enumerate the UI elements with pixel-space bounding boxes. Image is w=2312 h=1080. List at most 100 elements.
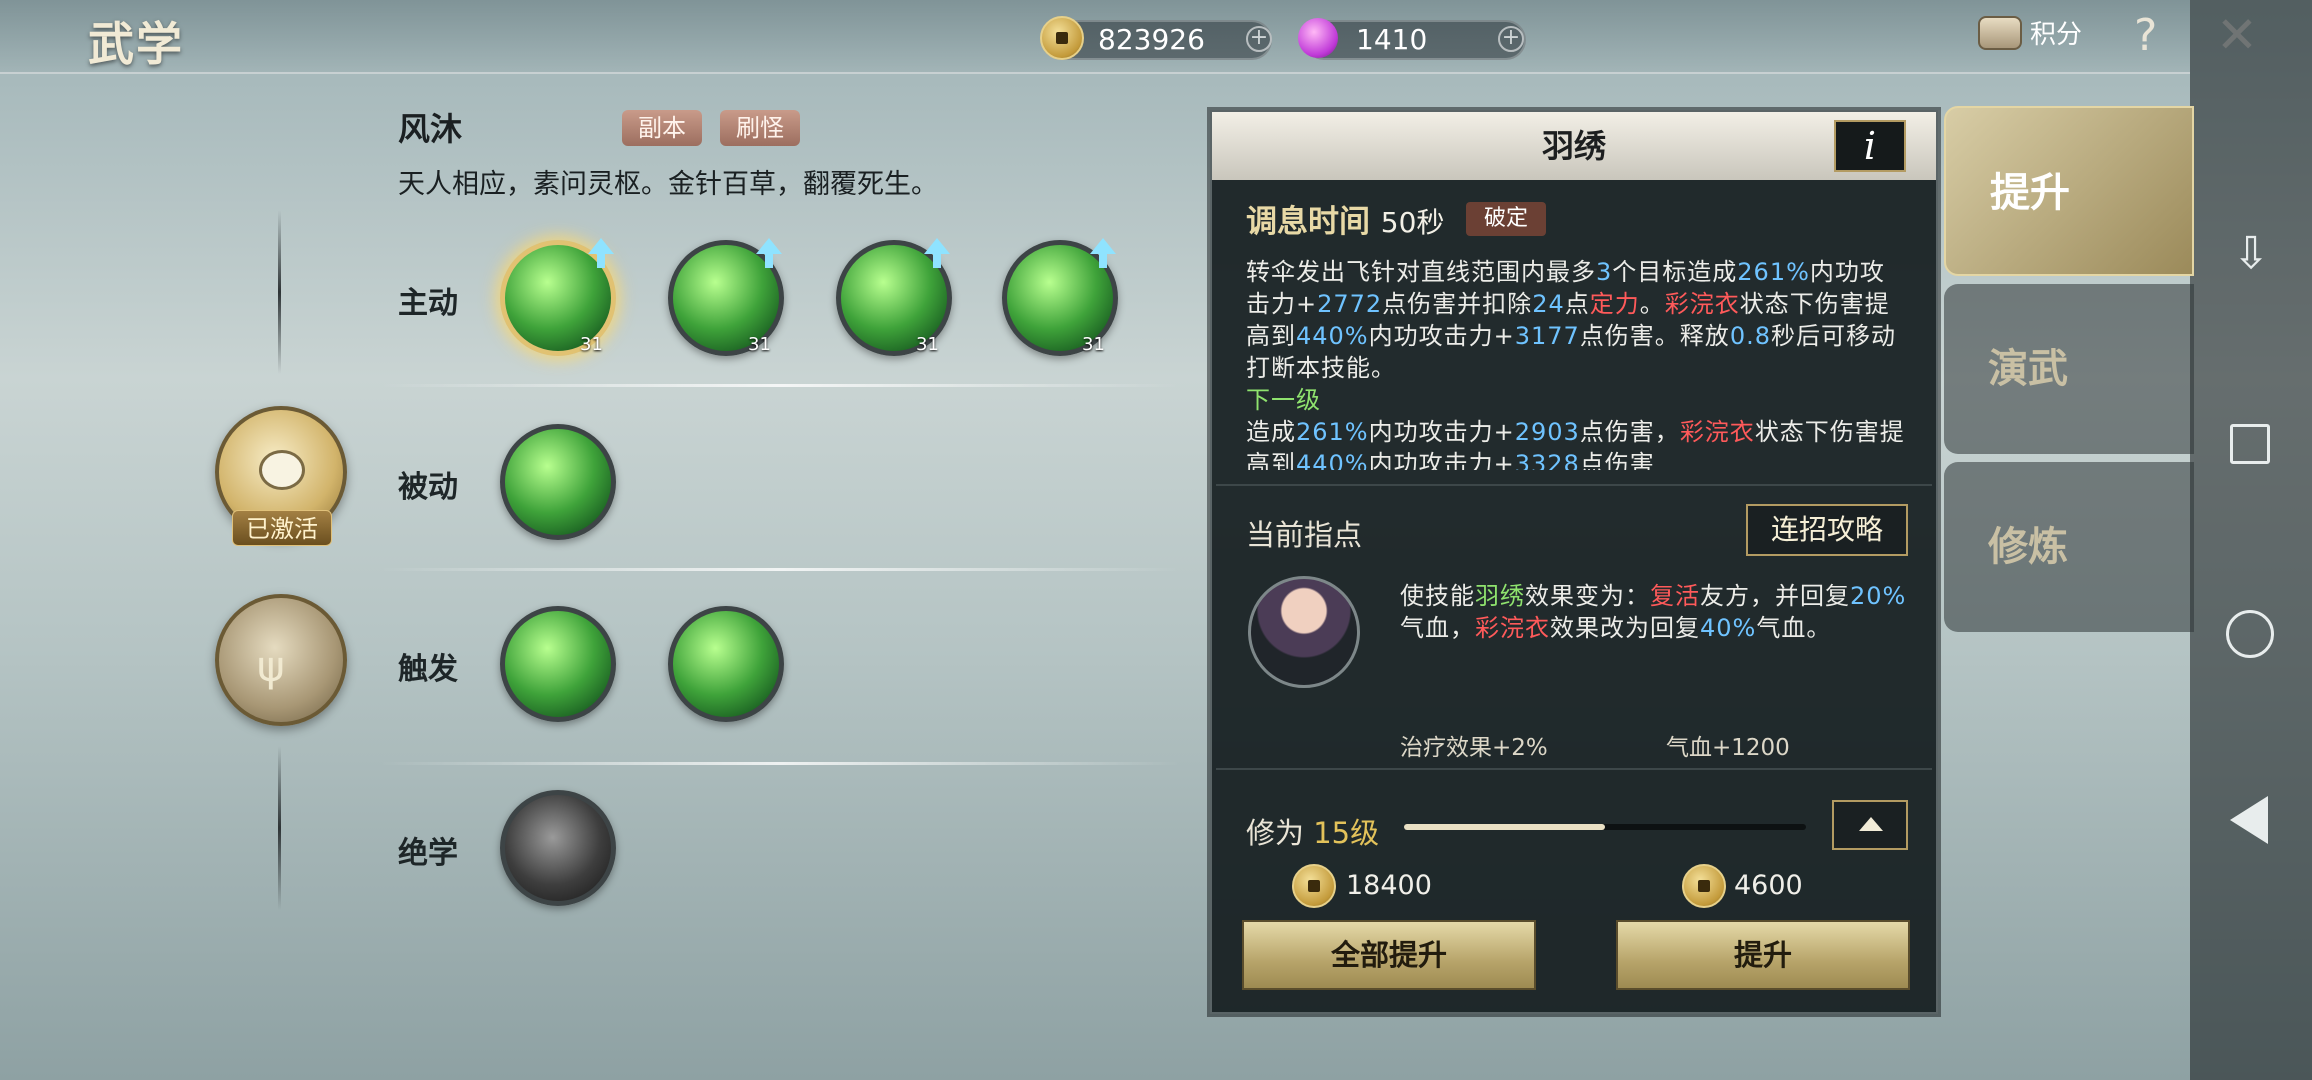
text-segment: 40% — [1700, 614, 1757, 642]
row-label-passive: 被动 — [398, 470, 458, 505]
text-segment: 440% — [1296, 450, 1369, 470]
lotus-icon: ψ — [257, 642, 285, 691]
text-segment: 造成 — [1246, 418, 1296, 446]
upgrade-arrow-icon — [933, 254, 941, 268]
text-segment: 24 — [1532, 290, 1565, 318]
score-icon — [1978, 15, 2022, 50]
row-divider — [380, 762, 1180, 765]
stat-hp: 气血+1200 — [1666, 735, 1790, 761]
score-label: 积分 — [2030, 20, 2083, 50]
text-segment: 3328 — [1514, 450, 1580, 470]
coin-amount: 823926 — [1098, 23, 1205, 56]
text-segment: 0.8 — [1729, 322, 1771, 350]
skill-trigger-2[interactable] — [668, 606, 784, 722]
recents-icon[interactable] — [2230, 424, 2270, 464]
text-segment: 内功攻击力+ — [1368, 418, 1515, 446]
coin-icon — [1682, 864, 1726, 908]
skill-passive-1[interactable] — [500, 424, 616, 540]
add-coins-button[interactable]: + — [1246, 26, 1272, 52]
row-label-active: 主动 — [398, 286, 458, 321]
tab-upgrade[interactable]: 提升 — [1944, 106, 2194, 276]
row-label-trigger: 触发 — [398, 652, 458, 687]
home-icon[interactable] — [2226, 610, 2274, 658]
combo-guide-button[interactable]: 连招攻略 — [1746, 504, 1908, 556]
text-segment: 440% — [1296, 322, 1369, 350]
gem-amount: 1410 — [1356, 23, 1428, 56]
coin-icon — [1040, 16, 1084, 60]
skill-level: 31 — [1082, 334, 1105, 355]
text-segment: 20% — [1850, 582, 1907, 610]
tab-practice[interactable]: 演武 — [1944, 284, 2194, 454]
cultivation-label: 修为 15级 — [1246, 810, 1379, 852]
upgrade-all-button[interactable]: 全部提升 — [1242, 920, 1536, 990]
divider — [1216, 484, 1932, 486]
cultivation-level: 15级 — [1313, 816, 1380, 850]
text-segment: 彩浣衣 — [1664, 290, 1740, 318]
text-segment: 261% — [1296, 418, 1369, 446]
break-badge: 破定 — [1466, 202, 1547, 236]
text-segment: 点伤害并扣除 — [1382, 290, 1533, 318]
back-icon[interactable] — [2230, 796, 2268, 844]
stat-heal: 治疗效果+2% — [1400, 735, 1548, 761]
text-segment: 使技能 — [1400, 582, 1475, 610]
text-segment: 个目标造成 — [1612, 258, 1738, 286]
mentor-avatar — [1248, 576, 1360, 688]
upgrade-arrow-icon — [756, 238, 782, 254]
skill-title: 羽绣 — [1541, 127, 1606, 165]
text-segment: 效果改为回复 — [1550, 614, 1700, 642]
help-button[interactable]: ? — [2134, 10, 2157, 61]
school-description: 天人相应，素问灵枢。金针百草，翻覆死生。 — [398, 169, 938, 200]
cultivation-progress-fill — [1404, 824, 1605, 830]
skill-level: 31 — [580, 334, 603, 355]
text-segment: 261% — [1737, 258, 1810, 286]
upgrade-arrow-icon — [588, 238, 614, 254]
tab-cultivate[interactable]: 修炼 — [1944, 462, 2194, 632]
text-segment: 定力 — [1589, 290, 1640, 318]
skill-desc-scroll[interactable]: 转伞发出飞针对直线范围内最多3个目标造成261%内功攻击力+2772点伤害并扣除… — [1216, 250, 1932, 470]
text-segment: 点 — [1564, 290, 1590, 318]
upgrade-arrow-icon — [924, 238, 950, 254]
text-segment: 内功攻击力+ — [1368, 450, 1515, 470]
school-medal-inactive[interactable]: ψ — [215, 594, 347, 726]
cooldown-value: 50秒 — [1380, 206, 1445, 239]
text-segment: 气血， — [1400, 614, 1475, 642]
cooldown-label: 调息时间 — [1246, 204, 1370, 240]
coin-icon — [1292, 864, 1336, 908]
upgrade-arrow-icon — [597, 254, 605, 268]
text-segment: 彩浣衣 — [1679, 418, 1755, 446]
cooldown: 调息时间 50秒 — [1246, 196, 1444, 241]
cultivation-expand-button[interactable] — [1832, 800, 1908, 850]
text-segment: 复活 — [1650, 582, 1700, 610]
skill-description: 转伞发出飞针对直线范围内最多3个目标造成261%内功攻击力+2772点伤害并扣除… — [1246, 256, 1906, 470]
pull-down-icon[interactable]: ⇩ — [2227, 230, 2275, 278]
score-button[interactable]: 积分 — [1978, 14, 2082, 51]
cost-upgrade: 4600 — [1734, 870, 1803, 901]
upgrade-button[interactable]: 提升 — [1616, 920, 1910, 990]
row-label-ultimate: 绝学 — [398, 836, 458, 871]
tree-line — [278, 746, 281, 910]
upgrade-arrow-icon — [1099, 254, 1107, 268]
upgrade-arrow-icon — [765, 254, 773, 268]
text-segment: 3 — [1596, 258, 1613, 286]
page-title: 武学 — [88, 17, 184, 71]
row-divider — [380, 568, 1180, 571]
text-segment: 2772 — [1317, 290, 1383, 318]
text-segment: 。 — [1639, 290, 1665, 318]
skill-trigger-1[interactable] — [500, 606, 616, 722]
divider — [1216, 768, 1932, 770]
cost-upgrade-all: 18400 — [1346, 870, 1432, 901]
text-segment: 效果变为： — [1525, 582, 1650, 610]
text-segment: 气血。 — [1756, 614, 1832, 642]
cultivation-label-text: 修为 — [1246, 816, 1305, 850]
text-segment: 彩浣衣 — [1475, 614, 1550, 642]
guide-label: 当前指点 — [1246, 518, 1363, 552]
text-segment: 内功攻击力+ — [1368, 322, 1515, 350]
info-button[interactable]: i — [1834, 120, 1906, 172]
tag-mob: 刷怪 — [720, 110, 800, 146]
upgrade-arrow-icon — [1090, 238, 1116, 254]
text-segment: 2903 — [1514, 418, 1580, 446]
text-segment: 3177 — [1514, 322, 1580, 350]
skill-ultimate-1[interactable] — [500, 790, 616, 906]
add-gems-button[interactable]: + — [1498, 26, 1524, 52]
skill-description-text: 转伞发出飞针对直线范围内最多3个目标造成261% 内功攻击力+ 2772点伤害并扣除… — [1246, 258, 1896, 382]
